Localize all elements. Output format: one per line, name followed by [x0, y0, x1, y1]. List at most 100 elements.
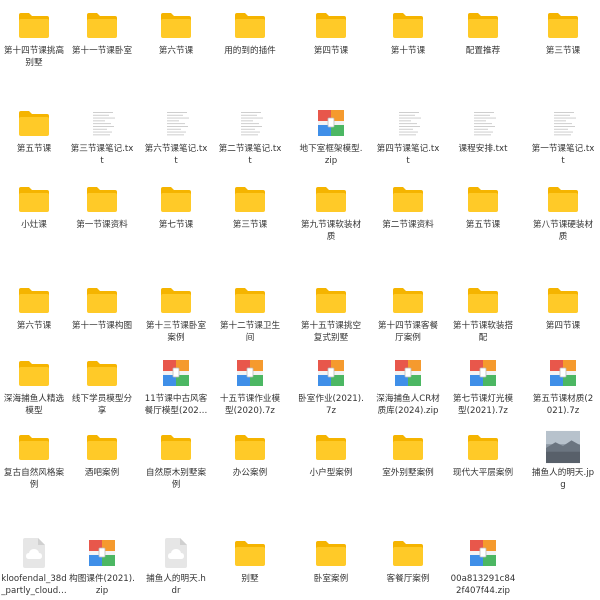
- file-item[interactable]: 室外别墅案例: [370, 430, 446, 480]
- file-item[interactable]: 第十一节课卧室: [64, 8, 140, 58]
- file-item[interactable]: 第十三节课卧室 案例: [138, 283, 214, 344]
- file-item[interactable]: 第六节课: [138, 8, 214, 58]
- file-item[interactable]: 11节课中古风客 餐厅模型(202…: [138, 356, 214, 417]
- file-item[interactable]: 地下室框架模型. zip: [293, 106, 369, 167]
- file-item[interactable]: 第十一节课构图: [64, 283, 140, 333]
- file-item[interactable]: 小户型案例: [293, 430, 369, 480]
- file-item[interactable]: 第二节课笔记.tx t: [212, 106, 288, 167]
- file-item[interactable]: 第四节课: [293, 8, 369, 58]
- folder-icon: [17, 430, 51, 464]
- file-item[interactable]: kloofendal_38d _partly_cloud…: [0, 536, 72, 597]
- folder-icon: [233, 182, 267, 216]
- file-item[interactable]: 第五节课: [445, 182, 521, 232]
- file-item[interactable]: 第七节课: [138, 182, 214, 232]
- folder-icon: [391, 283, 425, 317]
- file-label: 第六节课: [16, 321, 52, 331]
- file-item[interactable]: 卧室作业(2021). 7z: [293, 356, 369, 417]
- file-item[interactable]: 第十二节课卫生 间: [212, 283, 288, 344]
- file-item[interactable]: 第一节课笔记.tx t: [525, 106, 600, 167]
- file-item[interactable]: 第二节课资料: [370, 182, 446, 232]
- hdr-file-icon: [17, 536, 51, 570]
- file-label: 第十五节课挑空 复式别墅: [300, 321, 362, 343]
- file-label: 现代大平层案例: [452, 468, 514, 478]
- file-item[interactable]: 卧室案例: [293, 536, 369, 586]
- file-item[interactable]: 现代大平层案例: [445, 430, 521, 480]
- file-label: 小户型案例: [309, 468, 353, 478]
- file-label: 深海捕鱼人CR材 质库(2024).zip: [376, 394, 440, 416]
- file-label: 自然原木别墅案 例: [145, 468, 207, 490]
- archive-icon: [466, 536, 500, 570]
- folder-icon: [17, 182, 51, 216]
- file-item[interactable]: 第九节课软装材 质: [293, 182, 369, 243]
- file-label: 客餐厅案例: [386, 574, 430, 584]
- file-item[interactable]: 第八节课硬装材 质: [525, 182, 600, 243]
- file-item[interactable]: 第五节课: [0, 106, 72, 156]
- file-item[interactable]: 捕鱼人的明天.h dr: [138, 536, 214, 597]
- folder-icon: [466, 283, 500, 317]
- folder-icon: [17, 8, 51, 42]
- file-item[interactable]: 办公案例: [212, 430, 288, 480]
- file-label: 复古自然风格案 例: [3, 468, 65, 490]
- file-item[interactable]: 00a813291c84 2f407f44.zip: [445, 536, 521, 597]
- file-label: 用的到的插件: [224, 46, 276, 56]
- file-item[interactable]: 酒吧案例: [64, 430, 140, 480]
- file-label: 酒吧案例: [84, 468, 120, 478]
- archive-icon: [466, 356, 500, 390]
- file-label: 第六节课笔记.tx t: [144, 144, 208, 166]
- file-item[interactable]: 别墅: [212, 536, 288, 586]
- text-file-icon: [233, 106, 267, 140]
- file-item[interactable]: 深海捕鱼人精选 模型: [0, 356, 72, 417]
- file-item[interactable]: 第十节课软装搭 配: [445, 283, 521, 344]
- file-label: 第十一节课卧室: [71, 46, 133, 56]
- file-label: 第三节课: [232, 220, 268, 230]
- file-label: 第七节课灯光模 型(2021).7z: [452, 394, 514, 416]
- file-item[interactable]: 小灶课: [0, 182, 72, 232]
- file-item[interactable]: 第四节课: [525, 283, 600, 333]
- folder-icon: [314, 182, 348, 216]
- file-item[interactable]: 复古自然风格案 例: [0, 430, 72, 491]
- file-item[interactable]: 第一节课资料: [64, 182, 140, 232]
- file-item[interactable]: 第十四节课客餐 厅案例: [370, 283, 446, 344]
- file-item[interactable]: 线下学员模型分 享: [64, 356, 140, 417]
- file-item[interactable]: 第六节课: [0, 283, 72, 333]
- file-item[interactable]: 第三节课笔记.tx t: [64, 106, 140, 167]
- file-item[interactable]: 自然原木别墅案 例: [138, 430, 214, 491]
- file-item[interactable]: 第七节课灯光模 型(2021).7z: [445, 356, 521, 417]
- folder-icon: [159, 430, 193, 464]
- file-item[interactable]: 第十四节课挑高 别墅: [0, 8, 72, 69]
- file-label: 课程安排.txt: [458, 144, 508, 154]
- file-item[interactable]: 第五节课材质(2 021).7z: [525, 356, 600, 417]
- folder-icon: [233, 536, 267, 570]
- file-item[interactable]: 第十五节课挑空 复式别墅: [293, 283, 369, 344]
- folder-icon: [314, 8, 348, 42]
- folder-icon: [159, 8, 193, 42]
- file-label: 捕鱼人的明天.h dr: [146, 574, 206, 596]
- file-item[interactable]: 捕鱼人的明天.jp g: [525, 430, 600, 491]
- hdr-file-icon: [159, 536, 193, 570]
- file-label: 第十节课: [390, 46, 426, 56]
- file-label: 11节课中古风客 餐厅模型(202…: [144, 394, 208, 416]
- archive-icon: [546, 356, 580, 390]
- file-item[interactable]: 用的到的插件: [212, 8, 288, 58]
- file-label: 第四节课: [313, 46, 349, 56]
- folder-icon: [85, 430, 119, 464]
- folder-icon: [391, 430, 425, 464]
- file-item[interactable]: 第六节课笔记.tx t: [138, 106, 214, 167]
- folder-icon: [314, 283, 348, 317]
- folder-icon: [546, 182, 580, 216]
- folder-icon: [85, 8, 119, 42]
- file-item[interactable]: 十五节课作业模 型(2020).7z: [212, 356, 288, 417]
- file-item[interactable]: 第十节课: [370, 8, 446, 58]
- file-label: 小灶课: [21, 220, 47, 230]
- file-item[interactable]: 第四节课笔记.tx t: [370, 106, 446, 167]
- archive-icon: [159, 356, 193, 390]
- folder-icon: [314, 536, 348, 570]
- file-item[interactable]: 深海捕鱼人CR材 质库(2024).zip: [370, 356, 446, 417]
- folder-icon: [85, 283, 119, 317]
- file-item[interactable]: 第三节课: [525, 8, 600, 58]
- file-item[interactable]: 第三节课: [212, 182, 288, 232]
- file-item[interactable]: 客餐厅案例: [370, 536, 446, 586]
- file-item[interactable]: 课程安排.txt: [445, 106, 521, 156]
- file-item[interactable]: 构图课件(2021). zip: [64, 536, 140, 597]
- file-item[interactable]: 配置推荐: [445, 8, 521, 58]
